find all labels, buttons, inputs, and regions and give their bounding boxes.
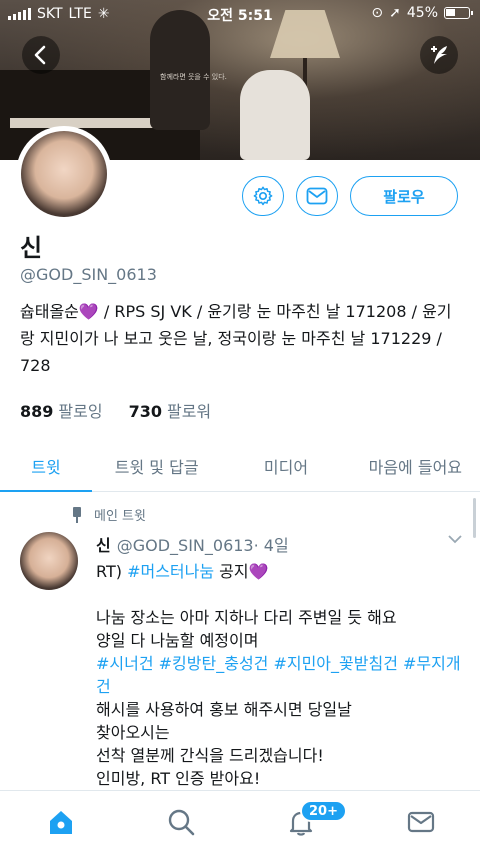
tweet-avatar[interactable]	[20, 532, 78, 590]
tweet-line-4: 해시를 사용하여 홍보 해주시면 당일날	[96, 700, 352, 719]
followers-label: 팔로워	[166, 402, 212, 421]
nav-search[interactable]	[166, 807, 196, 837]
tweet-line-5: 찾아오시는	[96, 723, 170, 742]
following-count: 889	[20, 402, 54, 421]
tweet-line-3: 양일 다 나눔할 예정이며	[96, 631, 259, 650]
envelope-icon	[407, 811, 435, 833]
tweet-line-6: 선착 열분께 간식을 드리겠습니다!	[96, 746, 324, 765]
avatar	[21, 131, 107, 217]
tweet-line-1: RT) #머스터나눔 공지💜	[96, 560, 466, 583]
back-button[interactable]	[22, 36, 60, 74]
tweet-body[interactable]: RT) #머스터나눔 공지💜 나눔 장소는 아마 지하나 다리 주변일 듯 해요…	[96, 560, 466, 790]
chevron-left-icon	[34, 45, 46, 65]
pin-icon	[70, 506, 84, 523]
follow-stats: 889 팔로잉 730 팔로워	[20, 398, 211, 422]
display-name: 신	[20, 234, 43, 262]
profile-avatar[interactable]	[16, 126, 112, 222]
scrollbar[interactable]	[473, 498, 476, 538]
profile-bio: 슙태올순💜 / RPS SJ VK / 윤기랑 눈 마주친 날 171208 /…	[20, 302, 452, 375]
banner-figure-standing	[150, 10, 210, 130]
tab-tweets-and-replies[interactable]: 트윗 및 답글	[92, 440, 221, 491]
location-icon: ➚	[389, 5, 401, 21]
tweet-line-7: 인미방, RT 인증 받아요!	[96, 769, 261, 788]
tweet-header: 신 @GOD_SIN_0613· 4일	[96, 532, 289, 556]
followers-stat[interactable]: 730 팔로워	[129, 398, 212, 422]
tweet-author-handle: @GOD_SIN_0613	[116, 536, 254, 555]
notification-badge: 20+	[300, 800, 347, 822]
following-label: 팔로잉	[58, 402, 103, 421]
battery-icon	[444, 7, 473, 19]
following-stat[interactable]: 889 팔로잉	[20, 398, 103, 422]
battery-percent: 45%	[406, 5, 438, 21]
gear-icon	[253, 186, 273, 206]
tweet-author-name: 신	[96, 536, 111, 555]
tab-tweets[interactable]: 트윗	[0, 440, 92, 492]
tweet-menu-button[interactable]	[448, 532, 462, 546]
pinned-label: 메인 트윗	[94, 509, 146, 524]
nav-messages[interactable]	[406, 807, 436, 837]
nav-home[interactable]	[46, 807, 76, 837]
tab-likes[interactable]: 마음에 들어요	[351, 440, 480, 491]
tab-media[interactable]: 미디어	[221, 440, 350, 491]
home-icon	[50, 811, 72, 834]
pinned-indicator: 메인 트윗	[70, 505, 146, 524]
chevron-down-icon	[448, 535, 462, 544]
tweet-age: · 4일	[253, 536, 289, 555]
tweet-line-2: 나눔 장소는 아마 지하나 다리 주변일 듯 해요	[96, 608, 397, 627]
rotation-lock-icon: ⊙	[371, 5, 384, 21]
user-handle: @GOD_SIN_0613	[20, 265, 157, 284]
message-button[interactable]	[296, 176, 338, 216]
tweet-line-1-suffix: 공지💜	[214, 562, 269, 581]
search-icon	[168, 809, 195, 836]
compose-tweet-button[interactable]	[420, 36, 458, 74]
status-bar: SKT LTE ✳ 오전 5:51 ⊙ ➚ 45%	[0, 0, 480, 28]
tweet-hashtags[interactable]: #시너건 #킹방탄_충성건 #지민아_꽃받침건 #무지개건	[96, 652, 466, 698]
banner-figure-seated	[240, 70, 310, 160]
tweet-rt-prefix: RT)	[96, 562, 128, 581]
settings-button[interactable]	[242, 176, 284, 216]
banner-piano-keys	[10, 118, 160, 128]
followers-count: 730	[128, 402, 162, 421]
banner-caption: 함께라면 웃을 수 있다.	[160, 73, 227, 81]
follow-button[interactable]: 팔로우	[350, 176, 458, 216]
profile-tabs: 트윗 트윗 및 답글 미디어 마음에 들어요	[0, 440, 480, 492]
compose-feather-icon	[431, 46, 447, 64]
battery-level	[446, 9, 455, 16]
bottom-nav	[0, 790, 480, 854]
hashtag-link[interactable]: #머스터나눔	[127, 562, 214, 581]
envelope-icon	[306, 187, 328, 205]
